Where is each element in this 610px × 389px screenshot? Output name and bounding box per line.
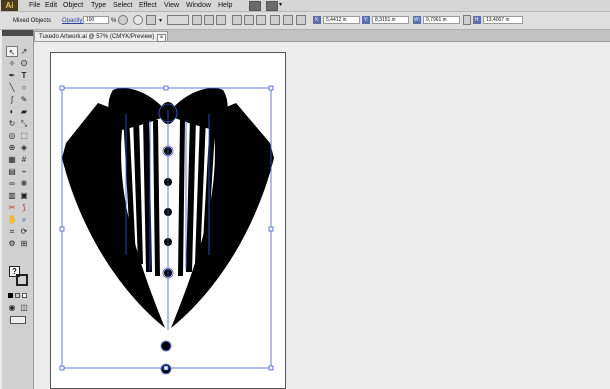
shirt-buttons	[161, 147, 172, 374]
tuxedo-artwork[interactable]	[0, 0, 610, 389]
